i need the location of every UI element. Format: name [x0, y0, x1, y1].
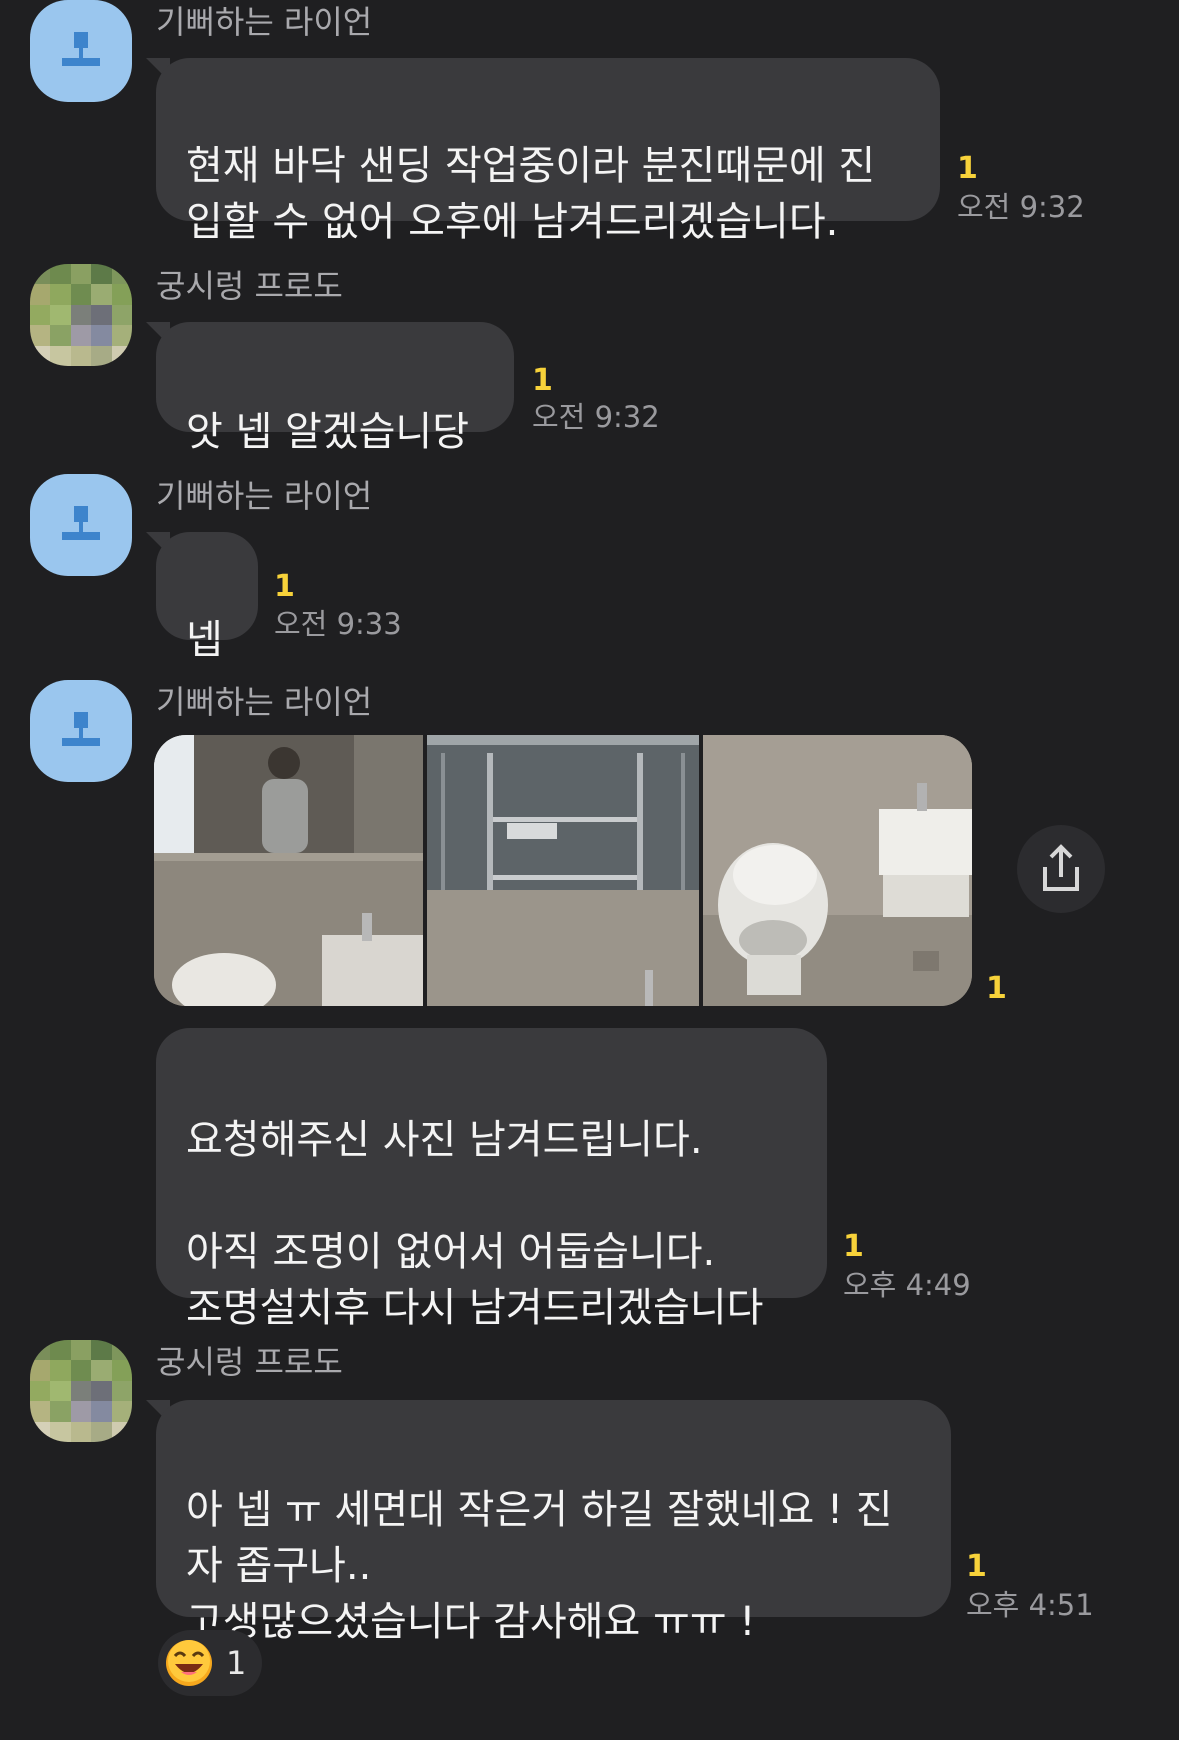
message-bubble[interactable]: 앗 넵 알겠습니당 — [156, 322, 514, 455]
unread-count: 1 — [986, 971, 1007, 1006]
avatar[interactable] — [30, 264, 132, 366]
avatar[interactable] — [30, 680, 132, 782]
unread-count: 1 — [966, 1549, 987, 1584]
reaction-count: 1 — [226, 1644, 247, 1682]
unread-count: 1 — [843, 1229, 864, 1264]
message-bubble[interactable]: 넵 — [156, 532, 258, 663]
lion-avatar-icon — [62, 712, 100, 746]
message-text: 앗 넵 알겠습니당 — [186, 409, 470, 455]
message-text: 아 넵 ㅠ 세면대 작은거 하길 잘했네요 ! 진 자 좁구나.. 고생많으셨습… — [186, 1487, 893, 1645]
laughing-face-emoji-icon — [166, 1640, 212, 1686]
message-text: 현재 바닥 샌딩 작업중이라 분진때문에 진 입할 수 없어 오후에 남겨드리겠… — [186, 143, 876, 245]
toilet-sink-image — [703, 735, 972, 1006]
message-time: 오전 9:33 — [274, 607, 402, 641]
unread-count: 1 — [532, 363, 553, 398]
message-bubble[interactable]: 아 넵 ㅠ 세면대 작은거 하길 잘했네요 ! 진 자 좁구나.. 고생많으셨습… — [156, 1400, 951, 1645]
bathroom-mirror-image — [154, 735, 423, 1006]
avatar[interactable] — [30, 1340, 132, 1442]
share-icon — [1043, 844, 1079, 891]
message-time: 오후 4:51 — [966, 1588, 1094, 1622]
message-time: 오전 9:32 — [957, 190, 1085, 224]
message-text: 넵 — [186, 617, 223, 663]
message-bubble[interactable]: 요청해주신 사진 남겨드립니다. 아직 조명이 없어서 어둡습니다. 조명설치후… — [156, 1028, 827, 1331]
message-bubble[interactable]: 현재 바닥 샌딩 작업중이라 분진때문에 진 입할 수 없어 오후에 남겨드리겠… — [156, 58, 940, 245]
message-time: 오후 4:49 — [843, 1268, 971, 1302]
message-text: 요청해주신 사진 남겨드립니다. 아직 조명이 없어서 어둡습니다. 조명설치후… — [186, 1117, 764, 1331]
photo-album — [154, 735, 972, 1006]
lion-avatar-icon — [62, 506, 100, 540]
mirror-cabinet-image — [427, 735, 699, 1006]
toilet-sink-photo[interactable] — [703, 735, 972, 1006]
share-button[interactable] — [1017, 825, 1105, 913]
sender-name: 궁시렁 프로도 — [156, 1343, 343, 1381]
avatar[interactable] — [30, 0, 132, 102]
sender-name: 기뻐하는 라이언 — [156, 477, 373, 515]
sender-name: 궁시렁 프로도 — [156, 267, 343, 305]
unread-count: 1 — [274, 569, 295, 604]
unread-count: 1 — [957, 151, 978, 186]
bathroom-mirror-photo[interactable] — [154, 735, 423, 1006]
sender-name: 기뻐하는 라이언 — [156, 3, 373, 41]
avatar[interactable] — [30, 474, 132, 576]
message-time: 오전 9:32 — [532, 400, 660, 434]
reaction-badge[interactable]: 1 — [158, 1630, 262, 1696]
lion-avatar-icon — [62, 32, 100, 66]
mirror-cabinet-photo[interactable] — [427, 735, 699, 1006]
sender-name: 기뻐하는 라이언 — [156, 683, 373, 721]
